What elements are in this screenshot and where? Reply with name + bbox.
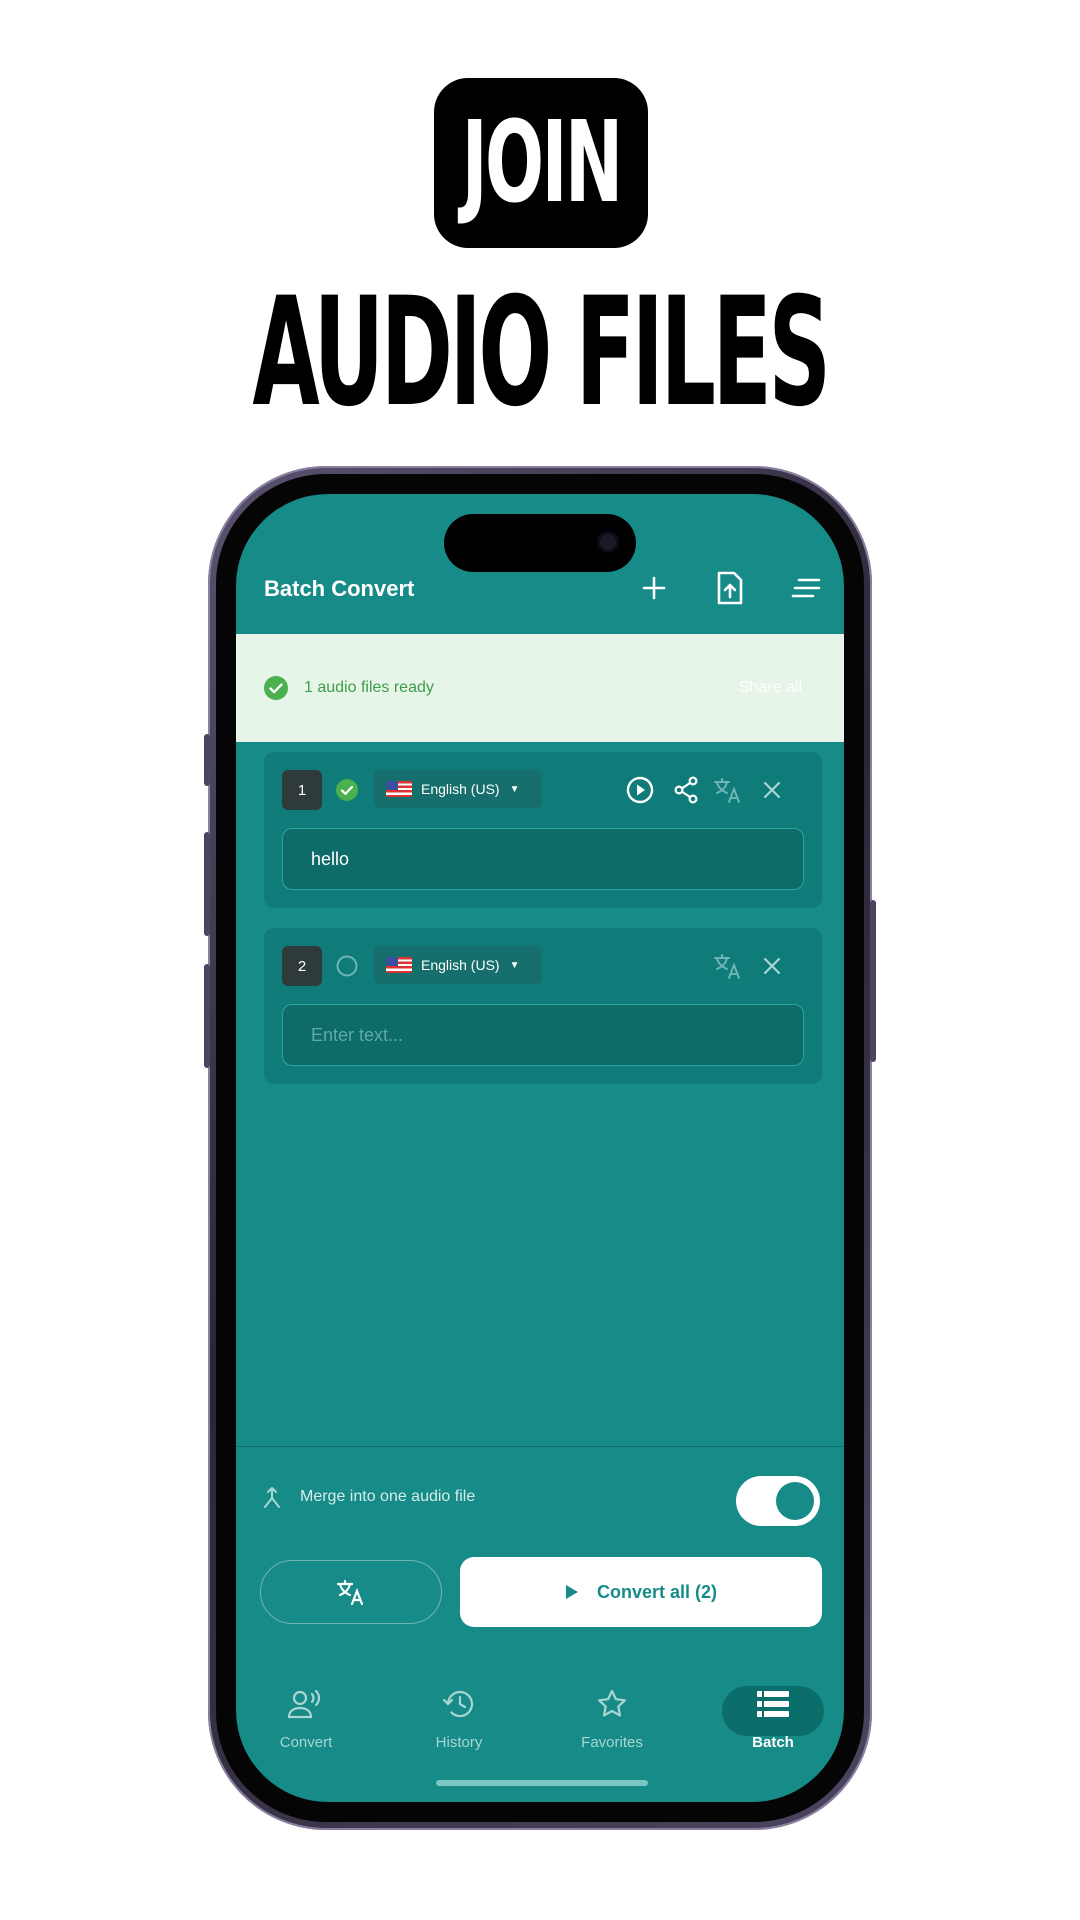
chevron-down-icon: ▼ [509,783,520,795]
phone-screen: Batch Convert 1 audio files ready Share … [236,494,844,1802]
us-flag-icon [386,957,412,973]
home-indicator[interactable] [436,1780,648,1786]
join-badge-text: JOIN [461,98,623,228]
language-label: English (US) [421,781,500,797]
history-icon [442,1690,474,1718]
nav-label: History [435,1734,483,1751]
merge-toggle[interactable] [736,1476,820,1526]
translate-icon[interactable] [710,770,746,810]
nav-label: Convert [279,1734,333,1751]
phone-volume-up-button [204,832,210,936]
phone-action-button [204,734,210,786]
check-circle-icon [264,676,288,700]
nav-item-batch[interactable]: Batch [698,1684,844,1751]
text-input[interactable]: Enter text... [282,1004,804,1066]
nav-label: Batch [752,1734,794,1751]
language-dropdown[interactable]: English (US) ▼ [374,770,542,808]
voice-person-icon [288,1689,321,1719]
us-flag-icon [386,781,412,797]
share-all-button[interactable]: Share all [739,679,802,697]
text-input-placeholder: Enter text... [311,1024,404,1045]
text-input-value: hello [311,848,350,869]
play-icon [565,1585,578,1599]
item-index: 1 [282,770,322,810]
join-badge: JOIN [434,78,648,248]
translate-icon[interactable] [710,946,746,986]
merge-label: Merge into one audio file [300,1488,476,1505]
text-input[interactable]: hello [282,828,804,890]
nav-label: Favorites [581,1734,643,1751]
close-icon[interactable] [754,946,790,986]
batch-item-card: 1 English (US) ▼ hello [264,752,822,908]
translate-icon [336,1579,364,1606]
translate-button[interactable] [260,1560,442,1624]
promo-headline: AUDIO FILES [252,266,831,440]
play-circle-icon[interactable] [622,770,658,810]
convert-all-label: Convert all (2) [596,1581,718,1602]
nav-item-convert[interactable]: Convert [236,1684,381,1751]
front-camera-icon [600,534,616,550]
upload-file-icon[interactable] [708,566,752,610]
page-title: Batch Convert [264,576,415,601]
divider [236,1446,844,1447]
chevron-down-icon: ▼ [509,959,520,971]
item-index: 2 [282,946,322,986]
batch-list-icon [757,1691,789,1717]
ready-banner: 1 audio files ready Share all [236,634,844,742]
phone-power-button [870,900,876,1062]
convert-all-button[interactable]: Convert all (2) [460,1557,822,1627]
star-icon [598,1689,626,1717]
check-circle-icon [336,779,358,801]
merge-icon [264,1487,280,1508]
close-icon[interactable] [754,770,790,810]
empty-circle-icon [336,955,358,977]
language-label: English (US) [421,957,500,973]
language-dropdown[interactable]: English (US) ▼ [374,946,542,984]
share-icon[interactable] [668,770,704,810]
batch-item-card: 2 English (US) ▼ Enter text... [264,928,822,1084]
toggle-knob [776,1482,814,1520]
phone-volume-down-button [204,964,210,1068]
sort-lines-icon[interactable] [784,566,828,610]
plus-icon[interactable] [632,566,676,610]
nav-item-favorites[interactable]: Favorites [537,1684,687,1751]
nav-item-history[interactable]: History [384,1684,534,1751]
dynamic-island [444,514,636,572]
banner-message: 1 audio files ready [304,679,434,696]
